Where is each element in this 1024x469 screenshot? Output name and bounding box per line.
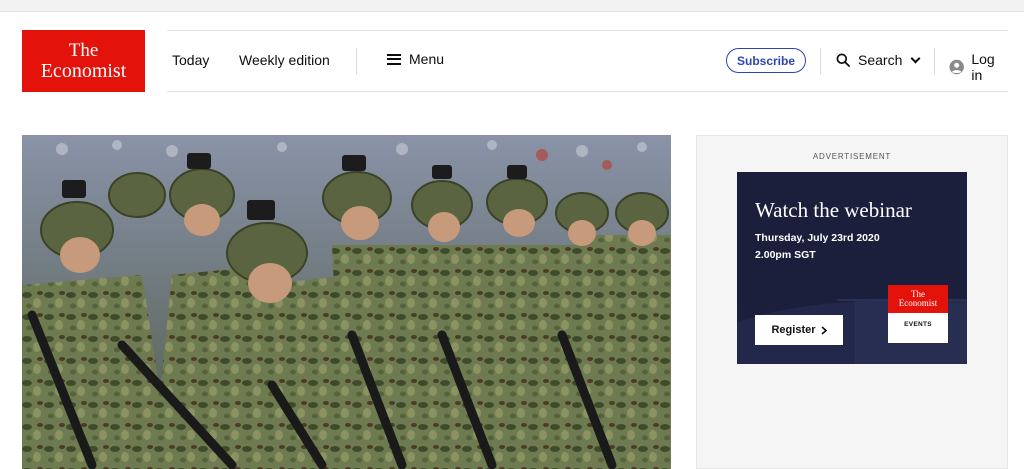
ad-title: Watch the webinar [755,198,912,222]
chevron-right-icon [820,325,827,335]
register-button[interactable]: Register [755,315,843,345]
search-label: Search [858,52,903,68]
chevron-down-icon [910,53,921,63]
nav-divider [934,48,935,74]
ad-date: Thursday, July 23rd 2020 [755,232,880,244]
economist-logo[interactable]: The Economist [22,30,145,92]
logo-line-1: The [68,40,99,61]
ad-logo-mark: The Economist [888,285,948,313]
menu-label: Menu [409,51,445,67]
soldiers-photo [22,135,671,469]
header-divider-top [167,30,1008,31]
ad-time: 2.00pm SGT [755,249,816,261]
menu-button[interactable]: Menu [387,51,444,67]
economist-events-logo: The Economist EVENTS [888,285,948,343]
advertisement-label: ADVERTISEMENT [812,152,892,161]
hero-image[interactable] [22,135,671,469]
nav-today-link[interactable]: Today [172,52,209,68]
login-label: Log in [971,51,995,83]
site-header: The Economist Today Weekly edition Menu … [22,30,1008,92]
advertisement-panel: ADVERTISEMENT Watch the webinar Thursday… [696,135,1008,469]
nav-divider [356,48,357,74]
search-button[interactable]: Search [836,52,921,68]
nav-divider [820,48,821,74]
subscribe-button[interactable]: Subscribe [726,48,806,73]
hamburger-icon [387,53,401,65]
ad-logo-events: EVENTS [904,321,932,328]
logo-line-2: Economist [40,60,127,82]
ad-logo-line-2: Economist [898,298,938,308]
header-divider-bottom [167,91,1008,92]
webinar-ad[interactable]: Watch the webinar Thursday, July 23rd 20… [737,172,967,364]
search-icon [836,53,850,67]
login-button[interactable]: Log in [949,51,1008,83]
top-strip [0,0,1024,12]
nav-weekly-edition-link[interactable]: Weekly edition [239,52,330,68]
register-label: Register [771,324,816,336]
user-icon [949,59,964,75]
